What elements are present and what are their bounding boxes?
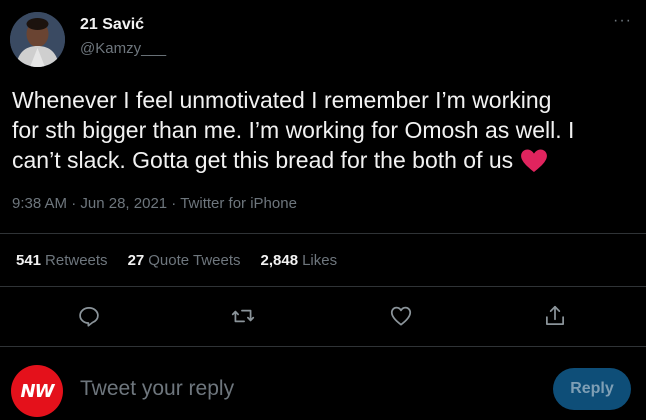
meta-separator: · — [67, 195, 81, 212]
likes-label: Likes — [302, 252, 338, 269]
author-display-name[interactable]: 21 Savić — [80, 16, 144, 34]
divider — [0, 233, 646, 234]
meta-separator: · — [167, 195, 181, 212]
more-options-icon[interactable]: ··· — [613, 12, 632, 30]
author-avatar[interactable] — [10, 12, 65, 67]
retweets-count: 541 — [16, 252, 42, 269]
reply-button[interactable]: Reply — [553, 368, 631, 410]
tweet-actions — [0, 303, 646, 329]
tweet-page: 21 Savić @Kamzy___ ··· Whenever I feel u… — [0, 0, 646, 420]
retweets-label: Retweets — [45, 252, 108, 269]
quote-tweets-stat[interactable]: 27 Quote Tweets — [128, 252, 241, 269]
author-handle[interactable]: @Kamzy___ — [80, 40, 166, 57]
divider — [0, 286, 646, 287]
tweet-date[interactable]: Jun 28, 2021 — [80, 195, 167, 212]
tweet-meta: 9:38 AM · Jun 28, 2021 · Twitter for iPh… — [12, 195, 297, 212]
current-user-avatar[interactable]: NW — [11, 365, 63, 417]
share-icon[interactable] — [542, 303, 568, 329]
likes-stat[interactable]: 2,848 Likes — [261, 252, 338, 269]
quote-tweets-count: 27 — [127, 252, 145, 269]
tweet-text-container: Whenever I feel unmotivated I remember I… — [12, 85, 634, 175]
red-heart-emoji-icon — [519, 149, 549, 173]
divider — [0, 346, 646, 347]
reply-input[interactable]: Tweet your reply — [80, 377, 234, 401]
tweet-text: Whenever I feel unmotivated I remember I… — [12, 87, 575, 173]
tweet-stats: 541 Retweets 27 Quote Tweets 2,848 Likes — [16, 252, 337, 269]
heart-icon[interactable] — [388, 303, 414, 329]
retweet-icon[interactable] — [230, 303, 256, 329]
tweet-time[interactable]: 9:38 AM — [12, 195, 67, 212]
tweet-source[interactable]: Twitter for iPhone — [180, 195, 297, 212]
reply-icon[interactable] — [76, 303, 102, 329]
avatar-initials: NW — [20, 380, 55, 402]
quote-tweets-label: Quote Tweets — [148, 252, 241, 269]
retweets-stat[interactable]: 541 Retweets — [16, 252, 108, 269]
likes-count: 2,848 — [260, 252, 299, 269]
